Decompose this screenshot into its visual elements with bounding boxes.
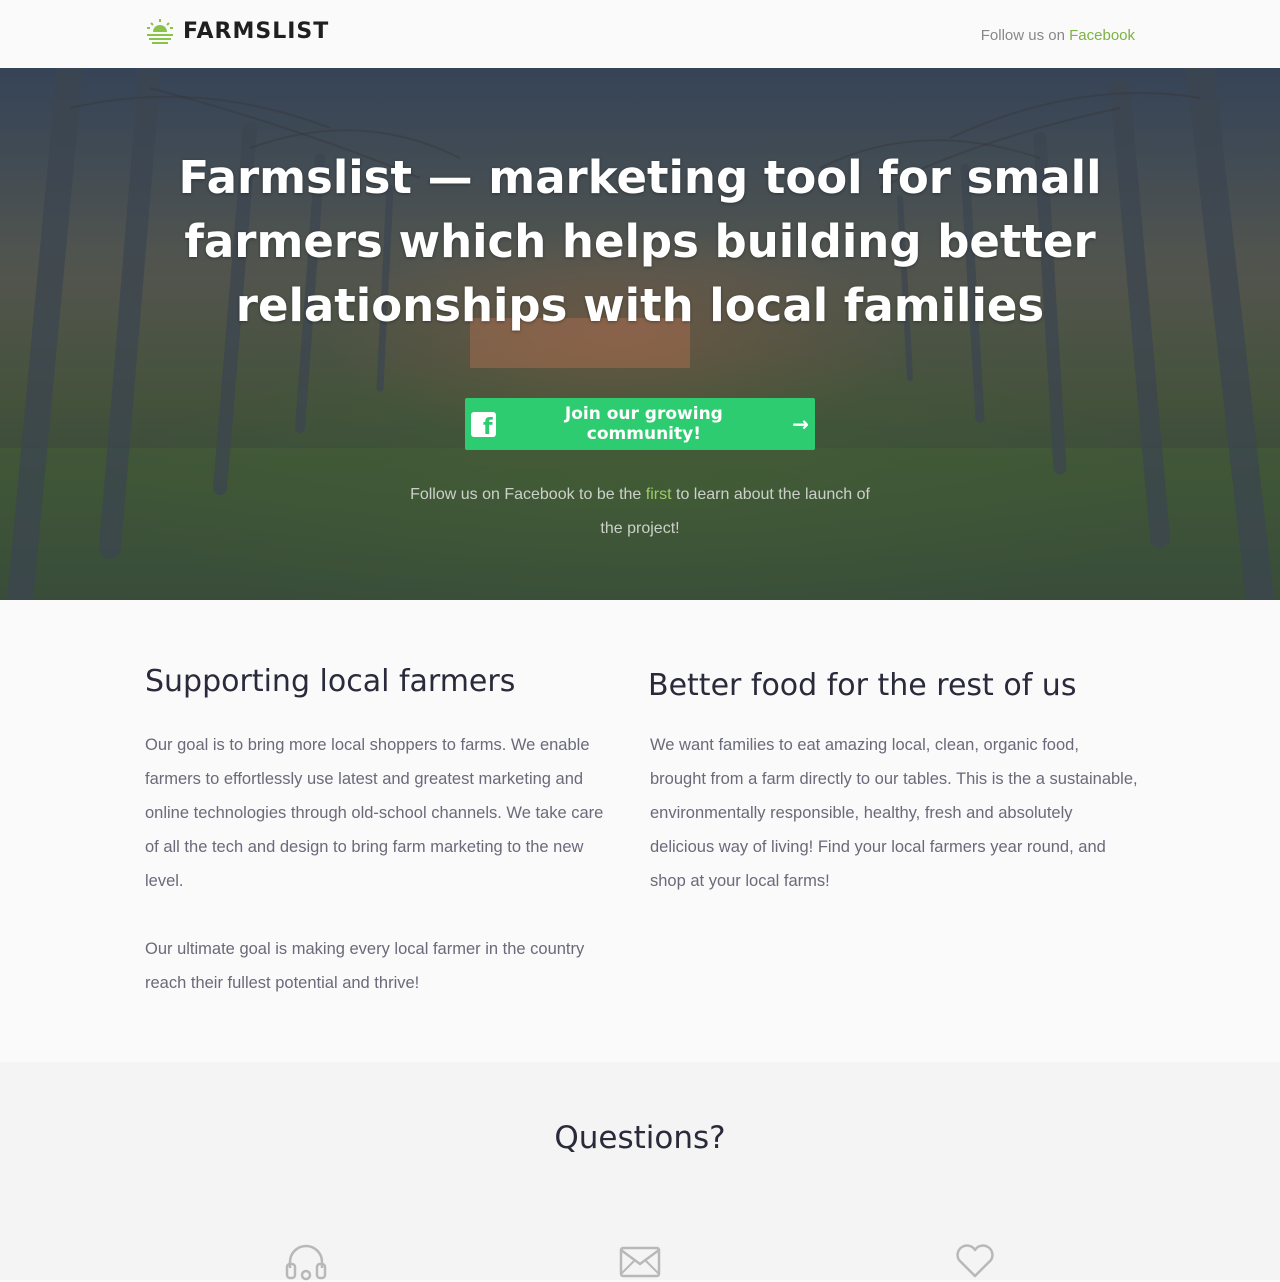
header-follow-text: Follow us on Facebook (981, 27, 1135, 44)
headset-icon[interactable] (284, 1242, 328, 1282)
hero-section: Farmslist — marketing tool for small far… (0, 68, 1280, 600)
top-header: FARMSLIST Follow us on Facebook (0, 0, 1280, 69)
header-facebook-link[interactable]: Facebook (1069, 27, 1135, 44)
supporting-farmers-heading: Supporting local farmers (145, 664, 516, 699)
questions-heading: Questions? (554, 1120, 726, 1156)
header-follow-prefix: Follow us on (980, 27, 1065, 44)
join-community-label: Join our growing community! (564, 404, 723, 444)
supporting-farmers-column: Supporting local farmers Our goal is to … (145, 662, 615, 1034)
logo[interactable]: FARMSLIST (145, 14, 329, 48)
logo-text: FARMSLIST (183, 18, 330, 44)
arrow-right-icon: → (792, 412, 809, 436)
better-food-heading: Better food for the rest of us (648, 668, 1077, 703)
join-community-button[interactable]: f Join our growing community! → (465, 398, 815, 450)
heart-icon[interactable] (953, 1242, 997, 1282)
better-food-paragraph-1: We want families to eat amazing local, c… (650, 736, 1138, 890)
envelope-icon[interactable] (618, 1242, 662, 1282)
supporting-farmers-paragraph-1: Our goal is to bring more local shoppers… (145, 736, 604, 890)
hero-subtitle-first: first (645, 486, 672, 503)
questions-section: Questions? (0, 1062, 1280, 1282)
hero-subtitle-part1: Follow us on Facebook to be the (410, 486, 642, 503)
about-section: Supporting local farmers Our goal is to … (0, 600, 1280, 1062)
hero-subtitle: Follow us on Facebook to be the first to… (400, 478, 880, 546)
supporting-farmers-paragraph-2: Our ultimate goal is making every local … (145, 940, 585, 992)
hero-subtitle-part2: to learn about the launch of the project… (600, 486, 870, 537)
better-food-column: Better food for the rest of us We want f… (648, 662, 1138, 932)
hero-title: Farmslist — marketing tool for small far… (178, 151, 1102, 332)
sunrise-logo-icon (147, 19, 173, 44)
facebook-icon: f (471, 411, 496, 438)
